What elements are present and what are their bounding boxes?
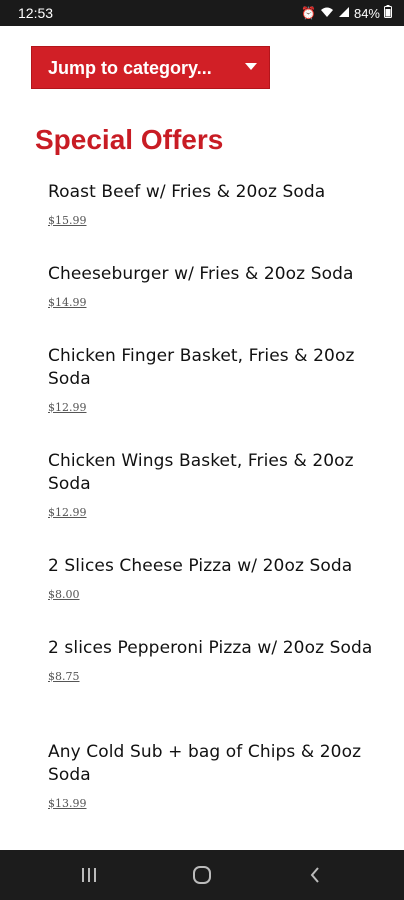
- battery-percent: 84%: [353, 5, 380, 21]
- menu-item-price: $8.75: [48, 670, 80, 683]
- back-icon: [310, 867, 319, 883]
- battery-icon: [384, 5, 392, 21]
- recent-apps-button[interactable]: [69, 862, 109, 888]
- menu-item-price: $13.99: [48, 797, 87, 810]
- status-bar: 12:53 ⏰ 84%: [0, 0, 404, 26]
- menu-item-price: $14.99: [48, 296, 87, 309]
- menu-item[interactable]: 2 Slices Cheese Pizza w/ 20oz Soda $8.00: [48, 555, 388, 601]
- status-icons: ⏰ 84%: [301, 5, 392, 21]
- signal-icon: [338, 6, 350, 21]
- menu-item-price: $12.99: [48, 506, 87, 519]
- caret-down-icon: [245, 63, 257, 70]
- recent-apps-icon: [82, 868, 96, 882]
- section-title: Special Offers: [35, 124, 224, 155]
- menu-item-name: Cheeseburger w/ Fries & 20oz Soda: [48, 264, 354, 284]
- back-button[interactable]: [295, 862, 335, 888]
- wifi-icon: [320, 6, 334, 21]
- menu-item-name: Roast Beef w/ Fries & 20oz Soda: [48, 182, 326, 202]
- menu-item-price: $8.00: [48, 588, 80, 601]
- menu-item-price: $15.99: [48, 214, 87, 227]
- menu-item[interactable]: Cheeseburger w/ Fries & 20oz Soda $14.99: [48, 263, 388, 309]
- jump-to-category-button[interactable]: Jump to category...: [31, 46, 270, 89]
- menu-item[interactable]: 2 slices Pepperoni Pizza w/ 20oz Soda $8…: [48, 637, 388, 683]
- menu-item[interactable]: Any Cold Sub + bag of Chips & 20oz Soda …: [48, 741, 388, 810]
- menu-item-name: Chicken Wings Basket, Fries & 20oz Soda: [48, 451, 354, 494]
- menu-item-price: $12.99: [48, 401, 87, 414]
- menu-item[interactable]: Chicken Finger Basket, Fries & 20oz Soda…: [48, 345, 388, 414]
- menu-item-name: Chicken Finger Basket, Fries & 20oz Soda: [48, 346, 355, 389]
- menu-item-name: 2 Slices Cheese Pizza w/ 20oz Soda: [48, 556, 353, 576]
- menu-item-name: Any Cold Sub + bag of Chips & 20oz Soda: [48, 742, 362, 785]
- menu-item[interactable]: Chicken Wings Basket, Fries & 20oz Soda …: [48, 450, 388, 519]
- alarm-icon: ⏰: [301, 6, 316, 20]
- jump-to-category-label: Jump to category...: [48, 58, 212, 78]
- system-nav-bar: [0, 850, 404, 900]
- menu-item-name: 2 slices Pepperoni Pizza w/ 20oz Soda: [48, 638, 373, 658]
- home-button[interactable]: [182, 862, 222, 888]
- home-icon: [193, 866, 211, 884]
- menu-item[interactable]: Roast Beef w/ Fries & 20oz Soda $15.99: [48, 181, 388, 227]
- status-time: 12:53: [18, 5, 54, 21]
